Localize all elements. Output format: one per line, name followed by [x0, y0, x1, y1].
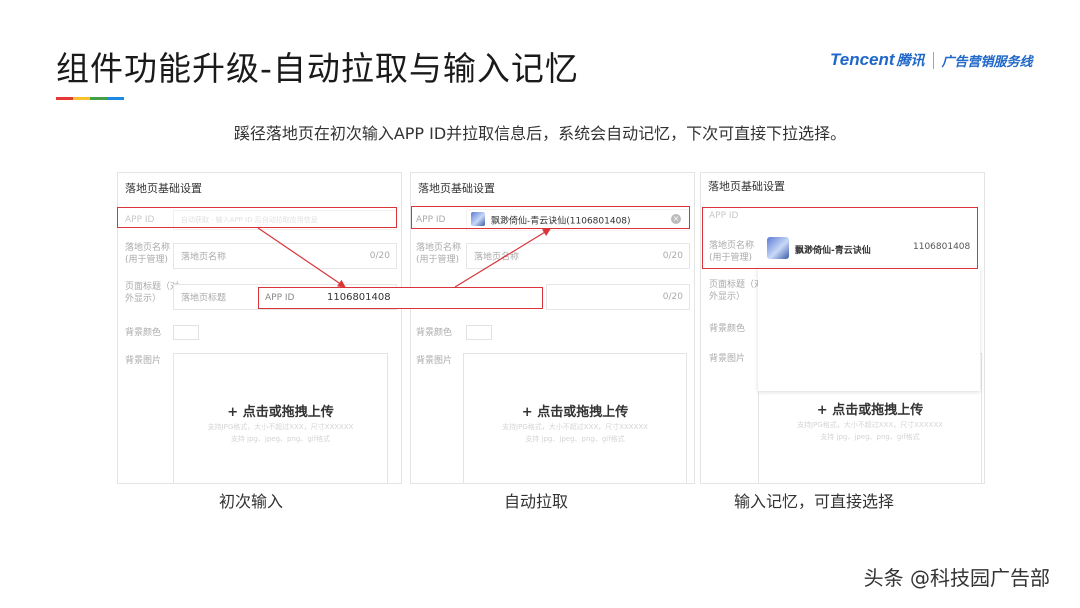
arrow-to-fetch: [454, 228, 551, 288]
flow-arrows: [257, 227, 551, 288]
caption-input-memory: 输入记忆，可直接选择: [734, 492, 895, 511]
source-watermark: 头条 @科技园广告部: [863, 566, 1050, 590]
caption-first-input: 初次输入: [219, 492, 284, 511]
caption-auto-fetch: 自动拉取: [504, 492, 569, 511]
arrow-to-callout: [257, 227, 346, 288]
